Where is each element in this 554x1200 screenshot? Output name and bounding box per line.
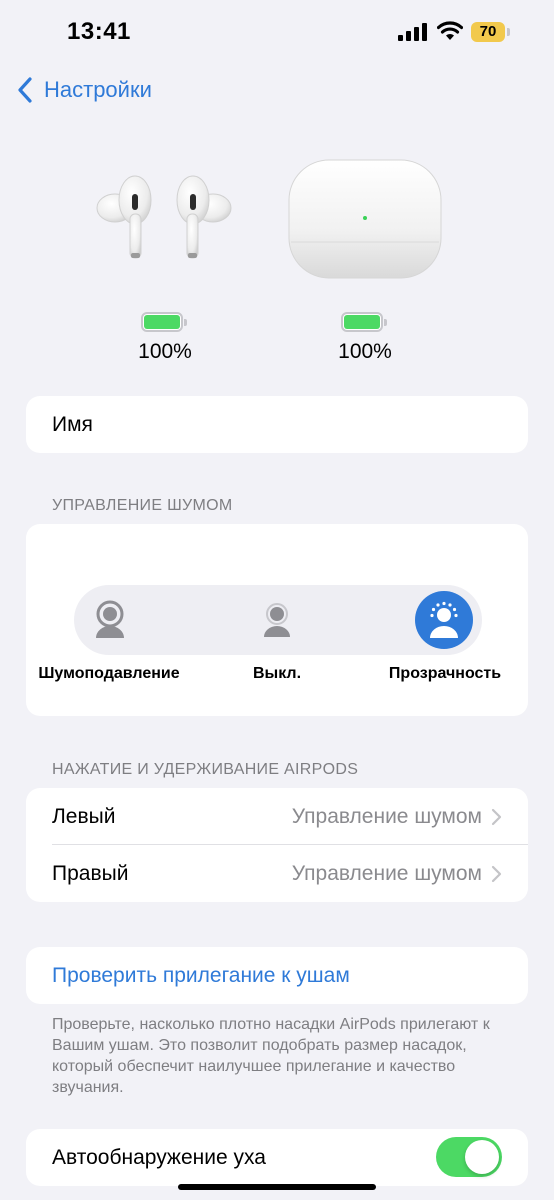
- airpods-settings-screen: 13:41 70 Настройки 100% 100% Имя УПРАВЛЕ…: [0, 0, 554, 1200]
- ear-fit-test-link[interactable]: Проверить прилегание к ушам: [26, 947, 528, 1004]
- airpods-buds-image: [96, 175, 232, 259]
- ear-fit-group: Проверить прилегание к ушам: [26, 947, 528, 1004]
- status-time: 13:41: [67, 18, 131, 45]
- person-off-icon: [264, 603, 290, 637]
- chevron-left-icon: [18, 77, 32, 103]
- noise-cancellation-icon: [96, 600, 124, 638]
- airpods-case: 100%: [265, 150, 465, 363]
- case-battery-icon: [341, 312, 389, 334]
- press-hold-group: Левый Управление шумом Правый Управление…: [26, 788, 528, 902]
- ear-fit-link-label: Проверить прилегание к ушам: [52, 963, 350, 987]
- press-hold-left-row[interactable]: Левый Управление шумом: [26, 788, 528, 845]
- ear-detection-toggle[interactable]: [436, 1137, 502, 1177]
- chevron-right-icon: [491, 808, 502, 825]
- status-bar: 13:41 70: [0, 0, 554, 64]
- noise-label-cancellation: Шумоподавление: [38, 665, 180, 682]
- home-indicator[interactable]: [178, 1184, 376, 1190]
- battery-level: 70: [479, 23, 497, 40]
- ear-fit-footnote: Проверьте, насколько плотно насадки AirP…: [52, 1016, 490, 1096]
- noise-control-group: Шумоподавление Выкл. Прозрачность: [26, 524, 528, 716]
- case-battery-percent: 100%: [338, 340, 392, 363]
- wifi-icon: [437, 21, 463, 40]
- left-value: Управление шумом: [291, 804, 482, 828]
- battery-icon: 70: [471, 22, 511, 42]
- chevron-right-icon: [491, 865, 502, 882]
- back-label: Настройки: [44, 77, 152, 102]
- name-row[interactable]: Имя: [26, 396, 528, 453]
- right-value: Управление шумом: [291, 861, 482, 885]
- buds-battery-icon: [141, 312, 189, 334]
- back-button[interactable]: Настройки: [14, 74, 152, 106]
- noise-option-cancellation[interactable]: [75, 585, 145, 655]
- toggle-knob: [465, 1140, 499, 1174]
- transparency-selected-indicator: [415, 591, 473, 649]
- name-group: Имя: [26, 396, 528, 453]
- noise-control-header: УПРАВЛЕНИЕ ШУМОМ: [52, 497, 233, 514]
- noise-option-transparency[interactable]: [409, 585, 479, 655]
- noise-label-off: Выкл.: [252, 665, 302, 682]
- buds-battery-percent: 100%: [138, 340, 192, 363]
- left-label: Левый: [52, 804, 116, 828]
- press-hold-header: НАЖАТИЕ И УДЕРЖИВАНИЕ AIRPODS: [52, 761, 359, 778]
- ear-detection-label: Автообнаружение уха: [52, 1145, 266, 1169]
- ear-detection-group: Автообнаружение уха: [26, 1129, 528, 1186]
- transparency-icon: [430, 601, 458, 638]
- right-label: Правый: [52, 861, 129, 885]
- airpods-buds: 100%: [65, 150, 265, 363]
- cellular-signal-icon: [398, 23, 427, 41]
- airpods-case-image: [288, 159, 442, 279]
- press-hold-right-row[interactable]: Правый Управление шумом: [26, 845, 528, 902]
- name-label: Имя: [52, 412, 93, 436]
- noise-option-off[interactable]: [242, 585, 312, 655]
- noise-label-transparency: Прозрачность: [388, 665, 502, 682]
